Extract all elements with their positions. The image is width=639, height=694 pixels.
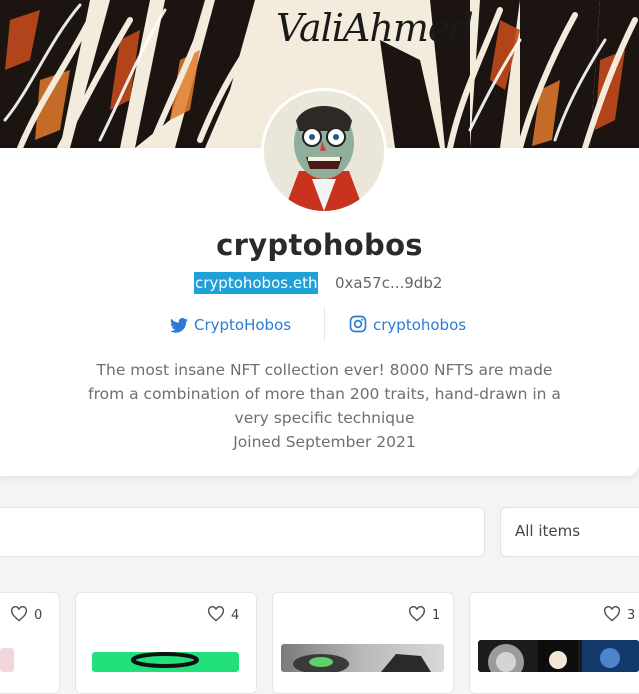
like-button[interactable]: 1 [408, 605, 441, 623]
nft-artwork [131, 652, 199, 668]
profile-name: cryptohobos [216, 228, 423, 262]
avatar-artwork [264, 91, 384, 211]
like-button[interactable]: 3 [603, 605, 636, 623]
ens-name[interactable]: cryptohobos.eth [194, 272, 319, 294]
like-count: 3 [627, 608, 636, 623]
joined-date: Joined September 2021 [233, 433, 416, 451]
like-button[interactable]: 0 [10, 605, 43, 623]
banner-signature: ValiAhmed [276, 6, 474, 50]
bio-line: very specific technique [234, 409, 415, 427]
like-count: 0 [34, 608, 43, 623]
bio-line: from a combination of more than 200 trai… [88, 385, 561, 403]
heart-icon [207, 605, 225, 622]
profile-bio: The most insane NFT collection ever! 800… [70, 358, 579, 454]
items-filter-select[interactable]: All items [500, 507, 639, 557]
bio-line: The most insane NFT collection ever! 800… [96, 361, 553, 379]
instagram-handle: cryptohobos [373, 316, 467, 334]
wallet-address[interactable]: 0xa57c...9db2 [335, 272, 442, 294]
twitter-link[interactable]: CryptoHobos [170, 314, 291, 336]
nft-thumbnail[interactable] [478, 640, 639, 672]
instagram-link[interactable]: cryptohobos [349, 314, 466, 336]
search-input[interactable] [0, 507, 485, 557]
nft-thumbnail[interactable] [92, 652, 239, 672]
twitter-handle: CryptoHobos [194, 316, 292, 334]
like-count: 1 [432, 608, 441, 623]
nft-artwork [293, 654, 431, 672]
avatar [261, 88, 387, 214]
twitter-icon [170, 318, 188, 333]
nft-artwork [488, 640, 639, 672]
heart-icon [603, 605, 621, 622]
like-button[interactable]: 4 [207, 605, 240, 623]
instagram-icon [349, 315, 367, 333]
like-count: 4 [231, 608, 240, 623]
social-divider [324, 306, 325, 342]
nft-thumbnail[interactable] [281, 644, 444, 672]
items-filter-value: All items [515, 522, 581, 540]
profile-card: cryptohobos cryptohobos.eth 0xa57c...9db… [0, 88, 639, 476]
nft-thumbnail[interactable] [0, 648, 14, 672]
heart-icon [408, 605, 426, 622]
heart-icon [10, 605, 28, 622]
